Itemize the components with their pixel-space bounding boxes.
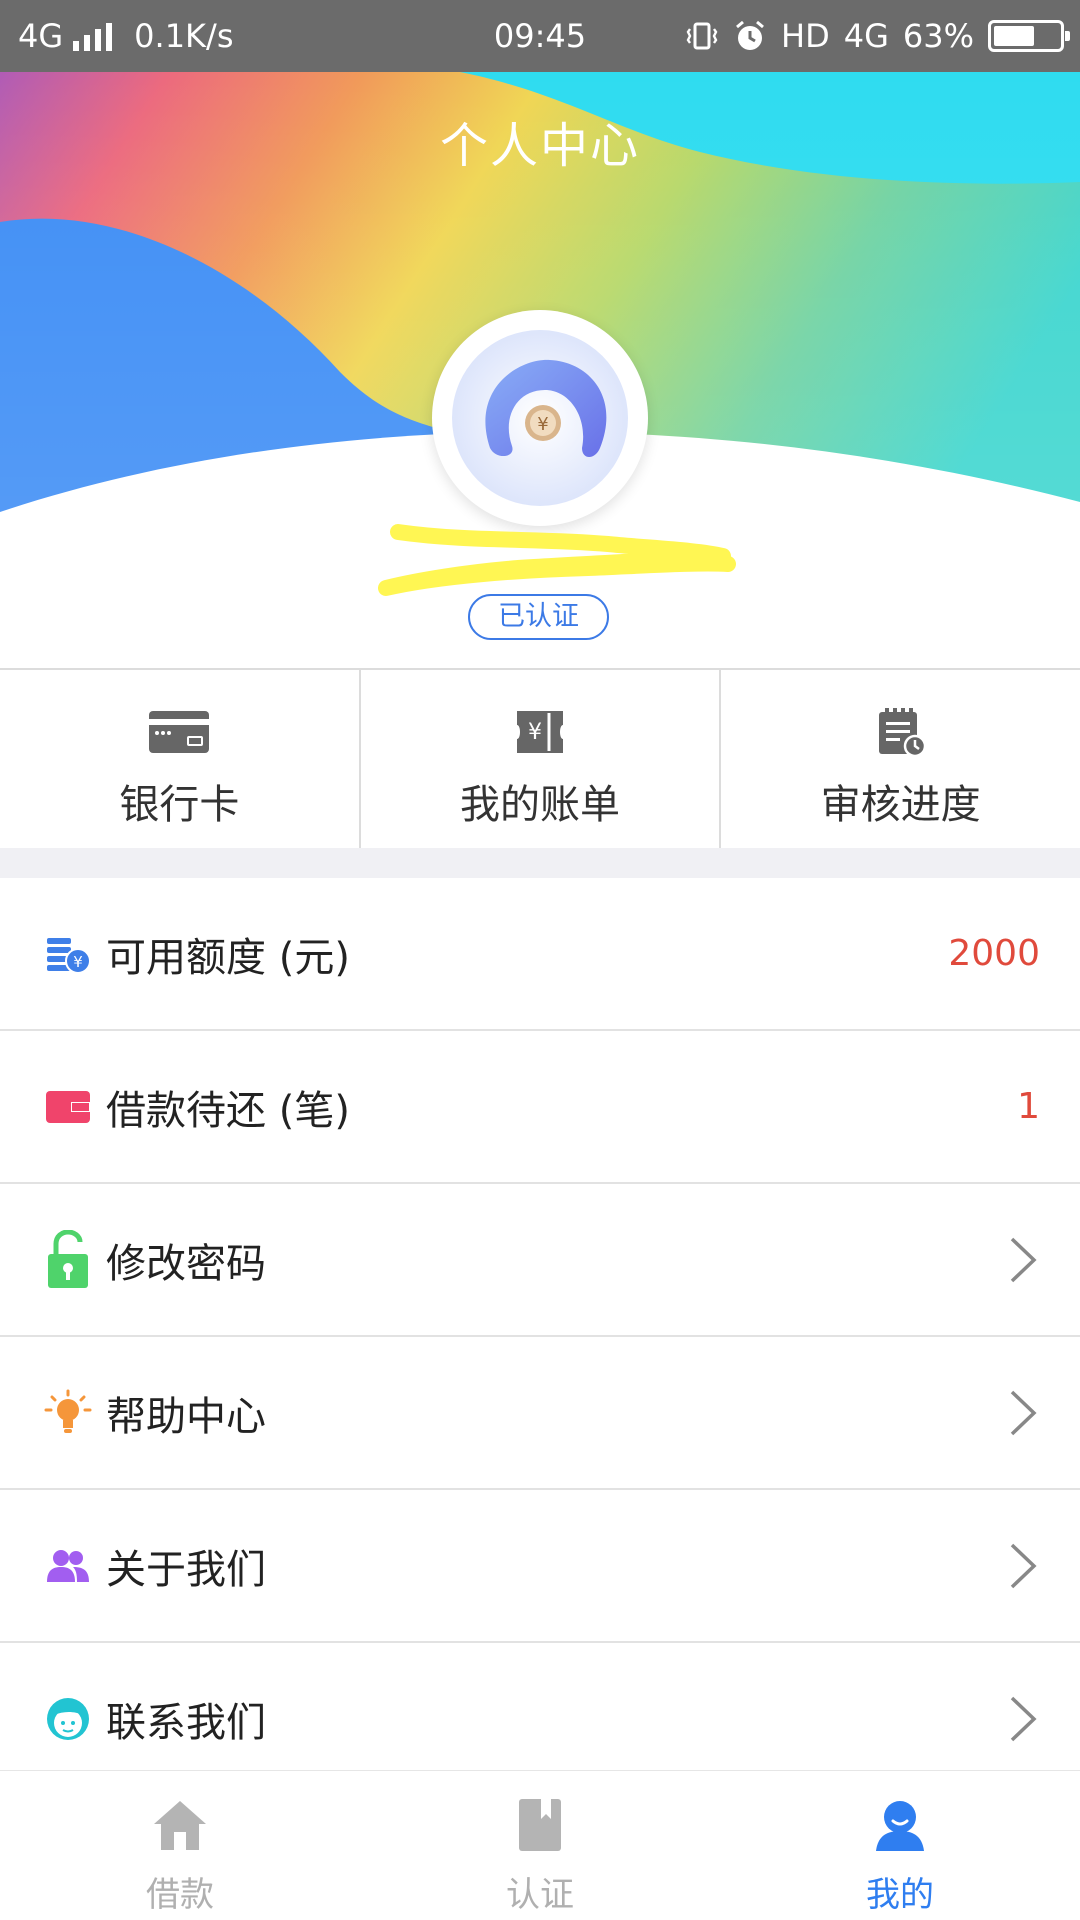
menu-item-change-password[interactable]: 修改密码 xyxy=(0,1184,1080,1337)
bookmark-icon xyxy=(510,1795,570,1855)
wallet-icon xyxy=(44,1083,92,1131)
menu-item-label: 帮助中心 xyxy=(106,1393,266,1440)
battery-icon xyxy=(988,20,1070,52)
page-title: 个人中心 xyxy=(439,118,640,174)
menu-item-label: 关于我们 xyxy=(106,1546,266,1593)
unlock-icon xyxy=(44,1229,92,1288)
status-right: HD 4G 63% xyxy=(685,0,1070,72)
quick-action-label: 银行卡 xyxy=(119,782,240,828)
svg-text:¥: ¥ xyxy=(537,414,548,435)
user-icon xyxy=(870,1795,930,1855)
nav-tab-loan[interactable]: 借款 xyxy=(0,1771,360,1920)
redacted-username-mark xyxy=(378,524,736,596)
pending-loans-value: 1 xyxy=(1017,1086,1040,1127)
nav-label: 借款 xyxy=(146,1875,214,1915)
menu-item-about-us[interactable]: 关于我们 xyxy=(0,1490,1080,1643)
nav-tab-mine[interactable]: 我的 xyxy=(720,1771,1080,1920)
bottom-navigation: 借款 认证 我的 xyxy=(0,1770,1080,1920)
menu-item-label: 可用额度 (元) xyxy=(106,934,350,981)
nav-tab-verify[interactable]: 认证 xyxy=(360,1771,720,1920)
hd-indicator: HD xyxy=(781,17,830,55)
battery-percent: 63% xyxy=(902,17,974,55)
review-progress-icon xyxy=(869,706,933,758)
chevron-right-icon xyxy=(1010,1390,1037,1435)
chevron-right-icon xyxy=(1010,1237,1037,1282)
nav-label: 认证 xyxy=(506,1875,574,1915)
menu-item-label: 修改密码 xyxy=(106,1240,266,1287)
users-icon xyxy=(44,1542,92,1590)
quick-action-bank-card[interactable]: 银行卡 xyxy=(0,670,359,848)
quick-action-label: 我的账单 xyxy=(460,782,620,828)
status-bar: 4G 0.1K/s 09:45 HD 4G 63% xyxy=(0,0,1080,72)
menu-item-available-credit[interactable]: ¥ 可用额度 (元) 2000 xyxy=(0,878,1080,1031)
menu-item-label: 借款待还 (笔) xyxy=(106,1087,350,1134)
menu-list: ¥ 可用额度 (元) 2000 借款待还 (笔) 1 修改密码 帮助中心 关于我… xyxy=(0,878,1080,1796)
available-credit-value: 2000 xyxy=(948,933,1040,974)
avatar[interactable]: ¥ xyxy=(432,310,648,526)
profile-header: 个人中心 ¥ 已认证 xyxy=(0,72,1080,668)
chevron-right-icon xyxy=(1010,1696,1037,1741)
menu-item-pending-loans[interactable]: 借款待还 (笔) 1 xyxy=(0,1031,1080,1184)
menu-item-help-center[interactable]: 帮助中心 xyxy=(0,1337,1080,1490)
bank-card-icon xyxy=(147,706,211,758)
svg-text:¥: ¥ xyxy=(528,720,542,745)
quick-action-my-bill[interactable]: ¥ 我的账单 xyxy=(358,670,720,848)
vibrate-icon xyxy=(686,22,718,50)
bill-icon: ¥ xyxy=(508,706,572,758)
quick-actions: 银行卡 ¥ 我的账单 审核进度 xyxy=(0,668,1080,848)
nav-label: 我的 xyxy=(866,1875,934,1915)
network-speed: 0.1K/s xyxy=(134,17,234,55)
chevron-right-icon xyxy=(1010,1543,1037,1588)
alarm-icon xyxy=(736,20,764,50)
svg-text:¥: ¥ xyxy=(73,953,83,971)
network-type-right: 4G xyxy=(843,17,889,55)
quick-action-review-progress[interactable]: 审核进度 xyxy=(719,670,1080,848)
network-type: 4G xyxy=(18,17,64,55)
coins-icon: ¥ xyxy=(44,930,92,978)
customer-service-icon xyxy=(44,1695,92,1743)
signal-icon xyxy=(73,21,113,51)
status-left: 4G 0.1K/s xyxy=(18,0,233,72)
section-divider xyxy=(0,848,1080,878)
verified-badge: 已认证 xyxy=(468,594,609,640)
quick-action-label: 审核进度 xyxy=(820,782,981,828)
logo-icon: ¥ xyxy=(452,330,628,506)
lightbulb-icon xyxy=(44,1389,92,1437)
home-icon xyxy=(150,1795,210,1855)
menu-item-label: 联系我们 xyxy=(106,1699,266,1746)
